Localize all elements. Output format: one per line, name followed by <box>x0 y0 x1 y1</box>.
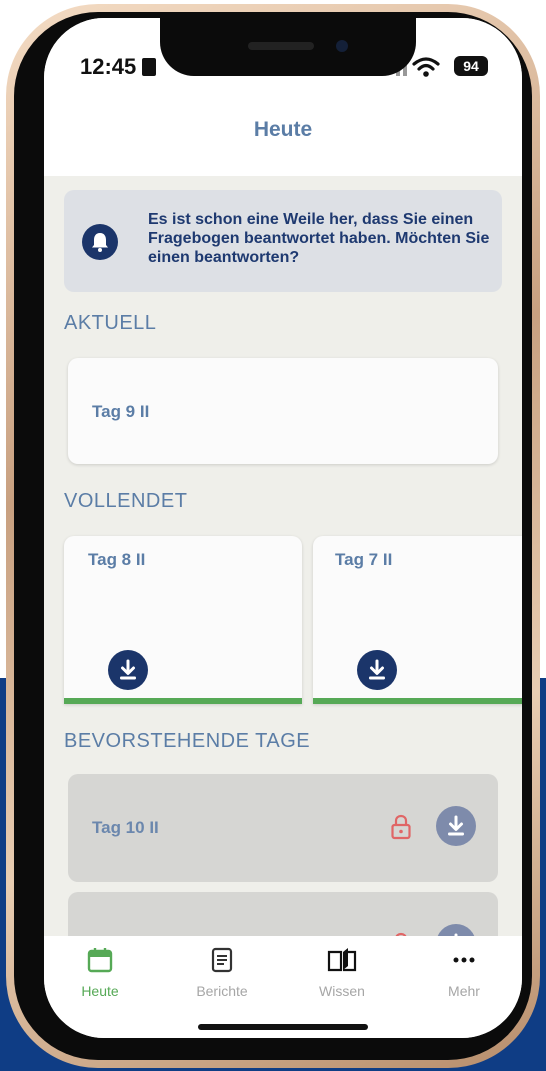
download-button[interactable] <box>108 650 148 690</box>
download-icon <box>120 659 136 680</box>
download-icon <box>448 815 464 836</box>
wifi-icon <box>412 57 440 77</box>
completed-day-title: Tag 8 II <box>88 550 146 569</box>
status-time: 12:45 <box>80 54 137 79</box>
section-upcoming-heading: BEVORSTEHENDE TAGE <box>64 730 311 752</box>
tab-berichte[interactable]: Berichte <box>172 946 272 999</box>
completed-day-card[interactable]: Tag 7 II <box>313 536 522 704</box>
tab-label: Heute <box>81 983 119 999</box>
completed-day-card[interactable]: Tag 8 II <box>64 536 302 704</box>
sim-card-icon <box>142 58 156 76</box>
upcoming-day-title: Tag 10 II <box>92 818 159 837</box>
section-completed-heading: VOLLENDET <box>64 490 188 512</box>
tab-mehr[interactable]: Mehr <box>414 946 514 999</box>
current-day-title: Tag 9 II <box>92 402 150 421</box>
phone-notch <box>160 18 416 76</box>
calendar-icon <box>87 948 113 973</box>
phone-screen: 12:45 94 Heute Es ist schon eine Weile h… <box>44 18 522 1038</box>
completed-day-title: Tag 7 II <box>335 550 393 569</box>
tab-wissen[interactable]: Wissen <box>292 946 392 999</box>
tab-bar: Heute Berichte Wissen Mehr <box>44 936 522 1038</box>
tab-label: Wissen <box>319 983 365 999</box>
home-indicator <box>198 1024 368 1030</box>
nav-header: Heute <box>44 106 522 176</box>
completed-progress-bar <box>64 698 302 704</box>
bell-icon <box>82 224 118 260</box>
current-day-card[interactable]: Tag 9 II <box>68 358 498 464</box>
page-title: Heute <box>253 118 313 141</box>
battery-indicator: 94 <box>454 56 488 76</box>
upcoming-day-card[interactable]: Tag 10 II <box>68 774 498 882</box>
completed-progress-bar <box>313 698 522 704</box>
more-icon <box>453 957 475 963</box>
download-button[interactable] <box>436 806 476 846</box>
banner-message: Es ist schon eine Weile her, dass Sie ei… <box>148 211 490 266</box>
section-current-heading: AKTUELL <box>64 312 157 334</box>
tab-label: Mehr <box>448 983 480 999</box>
front-camera <box>336 40 348 52</box>
tab-heute[interactable]: Heute <box>50 946 150 999</box>
book-icon <box>327 948 357 972</box>
lock-icon <box>391 814 411 840</box>
document-icon <box>211 947 233 973</box>
speaker-grille <box>248 42 314 50</box>
download-button[interactable] <box>357 650 397 690</box>
download-icon <box>369 659 385 680</box>
tab-label: Berichte <box>196 983 248 999</box>
reminder-banner[interactable]: Es ist schon eine Weile her, dass Sie ei… <box>64 190 502 292</box>
